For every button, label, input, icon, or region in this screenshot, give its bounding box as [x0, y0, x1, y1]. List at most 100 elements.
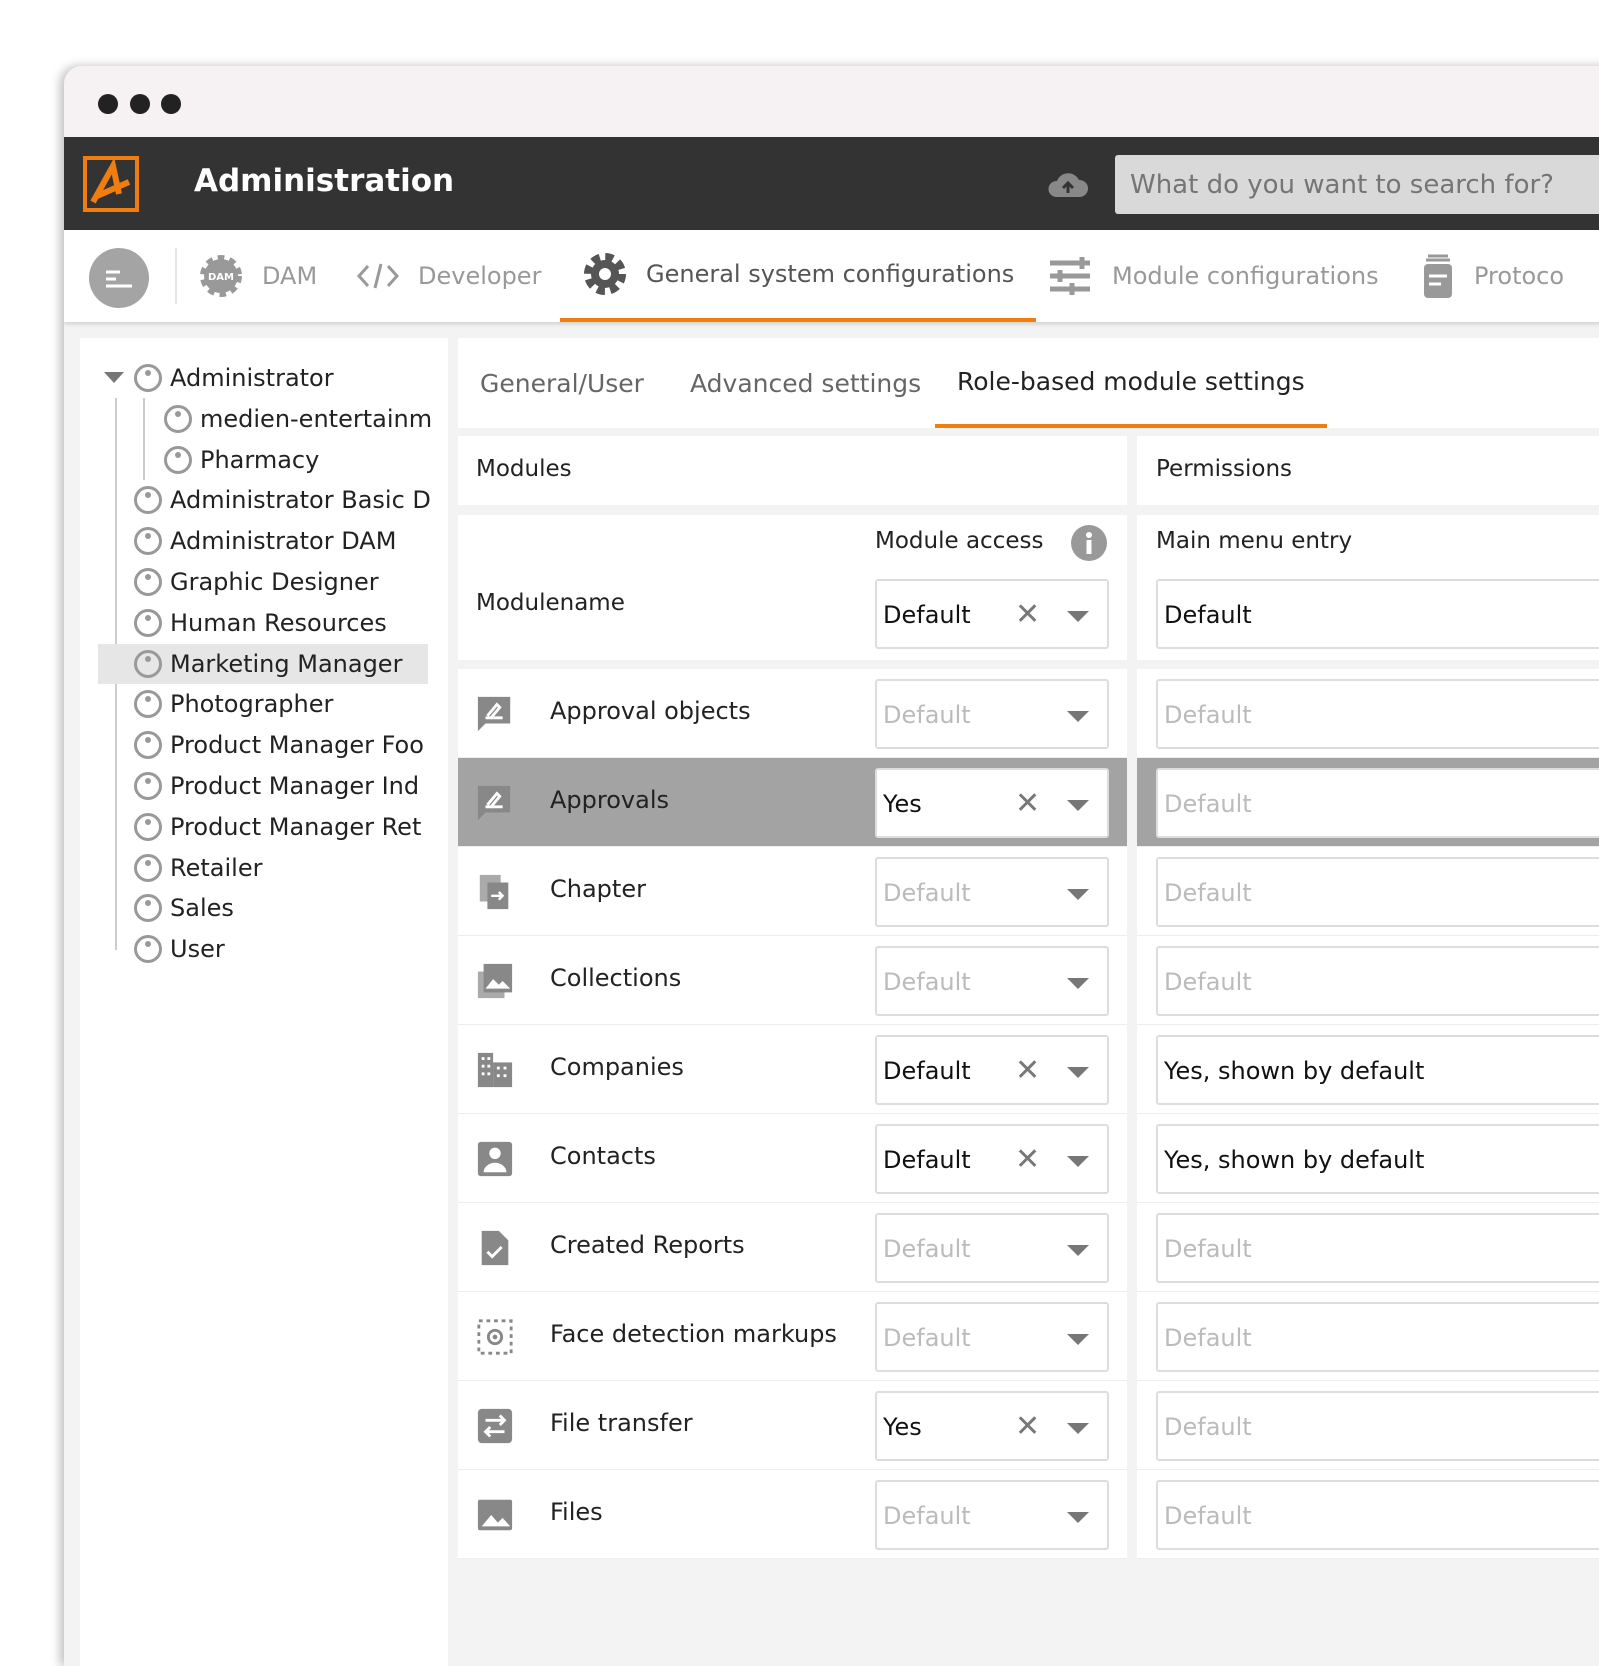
- select-value: Default: [1164, 1324, 1252, 1352]
- module-access-select[interactable]: Yes ✕: [875, 768, 1109, 838]
- upload-cloud-icon[interactable]: [1048, 171, 1088, 199]
- logo-icon[interactable]: [83, 156, 139, 212]
- module-access-select[interactable]: Default ✕: [875, 1124, 1109, 1194]
- module-access-select[interactable]: Yes ✕: [875, 1391, 1109, 1461]
- table-row[interactable]: File transfer Yes ✕ Default: [458, 1381, 1599, 1470]
- select-value: Default: [1164, 790, 1252, 818]
- clear-icon[interactable]: ✕: [1015, 1142, 1040, 1177]
- table-row[interactable]: Created Reports Default Default: [458, 1203, 1599, 1292]
- main-menu-entry-select[interactable]: Default: [1156, 946, 1599, 1016]
- table-row[interactable]: Approvals Yes ✕ Default: [458, 758, 1599, 847]
- chevron-down-icon[interactable]: [1067, 1334, 1089, 1345]
- window-dot[interactable]: [130, 94, 150, 114]
- tree-item-label: Administrator DAM: [170, 527, 397, 556]
- table-row[interactable]: Face detection markups Default Default: [458, 1292, 1599, 1381]
- role-icon: [134, 568, 162, 596]
- tree-item-role[interactable]: Retailer: [134, 848, 262, 888]
- module-cell: Contacts Default ✕: [458, 1114, 1127, 1203]
- chevron-down-icon[interactable]: [1067, 800, 1089, 811]
- module-access-select[interactable]: Default: [875, 857, 1109, 927]
- main-menu-entry-select[interactable]: Default: [1156, 1480, 1599, 1550]
- nav-tab-developer[interactable]: Developer: [356, 230, 541, 322]
- tree-item-role[interactable]: Administrator: [104, 358, 334, 398]
- module-access-select[interactable]: Default: [875, 1302, 1109, 1372]
- window-dot[interactable]: [161, 94, 181, 114]
- main-menu-entry-select[interactable]: Yes, shown by default: [1156, 1035, 1599, 1105]
- module-access-select[interactable]: Default ✕: [875, 1035, 1109, 1105]
- tab-advanced-settings[interactable]: Advanced settings: [690, 338, 921, 428]
- chevron-down-icon[interactable]: [1067, 889, 1089, 900]
- module-access-select[interactable]: Default: [875, 1213, 1109, 1283]
- window-dot[interactable]: [98, 94, 118, 114]
- tree-item-role[interactable]: Graphic Designer: [134, 562, 379, 602]
- permission-cell: Default: [1137, 1203, 1599, 1292]
- clear-icon[interactable]: ✕: [1015, 1409, 1040, 1444]
- select-value: Default: [1164, 1502, 1252, 1530]
- table-row[interactable]: Files Default Default: [458, 1470, 1599, 1559]
- tree-item-role[interactable]: Product Manager Ind: [134, 766, 419, 806]
- main-menu-entry-select[interactable]: Default: [1156, 1302, 1599, 1372]
- clear-icon[interactable]: ✕: [1015, 1053, 1040, 1088]
- tree-item-role[interactable]: Product Manager Ret: [134, 807, 421, 847]
- tree-item-role[interactable]: Product Manager Foo: [134, 725, 424, 765]
- select-value: Yes, shown by default: [1164, 1146, 1425, 1174]
- chevron-down-icon[interactable]: [1067, 1067, 1089, 1078]
- tree-item-role[interactable]: Marketing Manager: [98, 643, 428, 684]
- nav-tab-dam[interactable]: DAM DAM: [198, 230, 317, 322]
- table-row[interactable]: Companies Default ✕ Yes, shown by default: [458, 1025, 1599, 1114]
- nav-tab-module-configurations[interactable]: Module configurations: [1048, 230, 1379, 322]
- tree-item-role[interactable]: medien-entertainm: [164, 399, 432, 439]
- tab-role-based-module-settings[interactable]: Role-based module settings: [935, 338, 1327, 428]
- main-menu-entry-select[interactable]: Default: [1156, 679, 1599, 749]
- tree-item-role[interactable]: Administrator Basic D: [134, 480, 431, 520]
- nav-tab-label: Module configurations: [1112, 262, 1379, 290]
- menu-button[interactable]: [89, 248, 149, 308]
- main-menu-entry-select[interactable]: Yes, shown by default: [1156, 1124, 1599, 1194]
- permission-cell: Default: [1137, 669, 1599, 758]
- module-access-filter-select[interactable]: Default ✕: [875, 579, 1109, 649]
- chevron-down-icon[interactable]: [1067, 1156, 1089, 1167]
- main-menu-entry-select[interactable]: Default: [1156, 768, 1599, 838]
- tree-item-role[interactable]: Photographer: [134, 684, 333, 724]
- clear-icon[interactable]: ✕: [1015, 597, 1040, 632]
- module-access-select[interactable]: Default: [875, 679, 1109, 749]
- module-access-select[interactable]: Default: [875, 946, 1109, 1016]
- tree-item-role[interactable]: User: [134, 929, 225, 969]
- main-menu-entry-select[interactable]: Default: [1156, 1391, 1599, 1461]
- select-value: Yes: [883, 790, 922, 818]
- tree-item-role[interactable]: Administrator DAM: [134, 521, 396, 561]
- chevron-down-icon[interactable]: [1067, 1245, 1089, 1256]
- role-icon: [134, 690, 162, 719]
- tab-general-user[interactable]: General/User: [480, 338, 644, 428]
- main-menu-entry-select[interactable]: Default: [1156, 1213, 1599, 1283]
- module-name: Contacts: [550, 1142, 656, 1170]
- table-row[interactable]: Approval objects Default Default: [458, 669, 1599, 758]
- chevron-down-icon[interactable]: [1067, 611, 1089, 622]
- table-row[interactable]: Chapter Default Default: [458, 847, 1599, 936]
- nav-tab-protocol[interactable]: Protoco: [1420, 230, 1564, 322]
- select-value: Default: [883, 1057, 971, 1085]
- module-access-select[interactable]: Default: [875, 1480, 1109, 1550]
- chevron-down-icon[interactable]: [1067, 711, 1089, 722]
- chevron-down-icon[interactable]: [1067, 978, 1089, 989]
- nav-tab-general-system-configurations[interactable]: General system configurations: [560, 230, 1037, 322]
- main-menu-filter-select[interactable]: Default: [1156, 579, 1599, 649]
- table-row[interactable]: Collections Default Default: [458, 936, 1599, 1025]
- tree-item-role[interactable]: Human Resources: [134, 603, 387, 643]
- search-input[interactable]: [1115, 155, 1599, 214]
- permissions-header: Permissions: [1137, 436, 1599, 505]
- main-nav: DAM DAM Developer General system configu…: [64, 230, 1599, 322]
- chevron-down-icon[interactable]: [1067, 1512, 1089, 1523]
- info-icon[interactable]: [1070, 524, 1108, 562]
- module-cell: File transfer Yes ✕: [458, 1381, 1127, 1470]
- chevron-down-icon[interactable]: [1067, 1423, 1089, 1434]
- expand-caret-icon[interactable]: [104, 372, 124, 383]
- tree-item-role[interactable]: Sales: [134, 888, 234, 928]
- tree-item-role[interactable]: Pharmacy: [164, 440, 319, 480]
- permission-cell: Default: [1137, 1470, 1599, 1559]
- main-menu-entry-select[interactable]: Default: [1156, 857, 1599, 927]
- table-row[interactable]: Contacts Default ✕ Yes, shown by default: [458, 1114, 1599, 1203]
- module-name: Created Reports: [550, 1231, 745, 1259]
- clear-icon[interactable]: ✕: [1015, 786, 1040, 821]
- app-title: Administration: [194, 163, 455, 199]
